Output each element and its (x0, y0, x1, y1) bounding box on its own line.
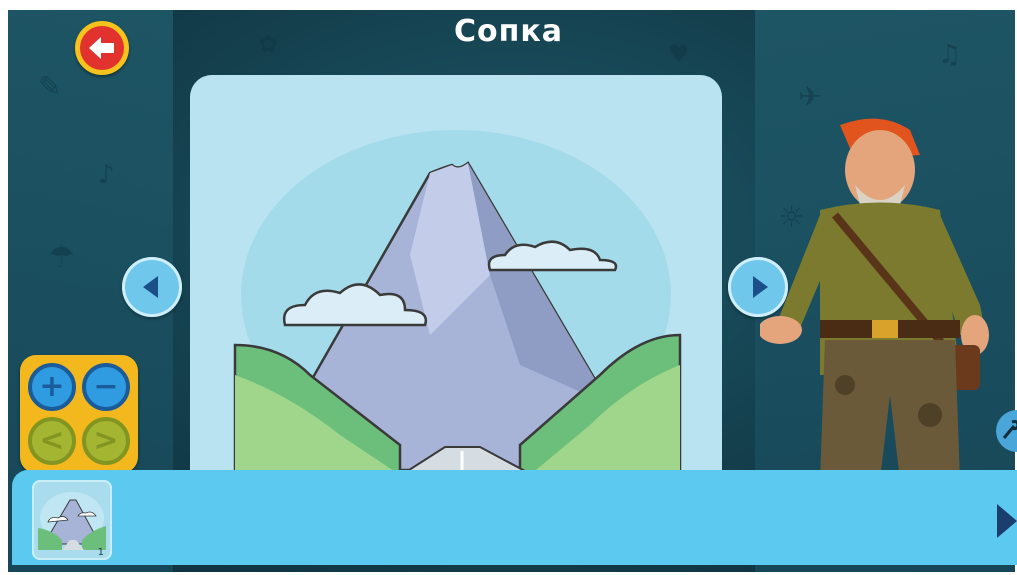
doodle-icon: ✎ (38, 70, 62, 103)
triangle-left-icon (143, 276, 158, 298)
page-title: Сопка (454, 14, 563, 49)
doodle-icon: ✈ (798, 80, 822, 113)
thumbnail-bar: 1 (12, 470, 1017, 565)
doodle-icon: ☂ (48, 240, 75, 275)
wrench-icon (1002, 420, 1017, 439)
minus-icon: − (93, 369, 119, 404)
zoom-pan-panel: + − < > (20, 355, 138, 473)
back-button-face (80, 26, 124, 70)
chevron-right-icon: > (93, 423, 119, 458)
plus-icon: + (39, 369, 65, 404)
arrow-left-icon (89, 37, 114, 59)
mountain-illustration (233, 130, 682, 495)
thumbnail-item[interactable]: 1 (32, 480, 112, 560)
pan-left-button[interactable]: < (28, 417, 76, 465)
explorer-character (760, 118, 989, 480)
thumbnail-number: 1 (97, 547, 104, 558)
zoom-in-button[interactable]: + (28, 363, 76, 411)
settings-tab[interactable] (996, 410, 1017, 452)
zoom-out-button[interactable]: − (82, 363, 130, 411)
previous-image-button[interactable] (122, 257, 182, 317)
scroll-right-button[interactable] (997, 504, 1017, 538)
chevron-left-icon: < (39, 423, 65, 458)
doodle-icon: ♪ (98, 160, 115, 190)
pan-right-button[interactable]: > (82, 417, 130, 465)
illustration-card (190, 75, 722, 495)
back-button[interactable] (75, 21, 129, 75)
